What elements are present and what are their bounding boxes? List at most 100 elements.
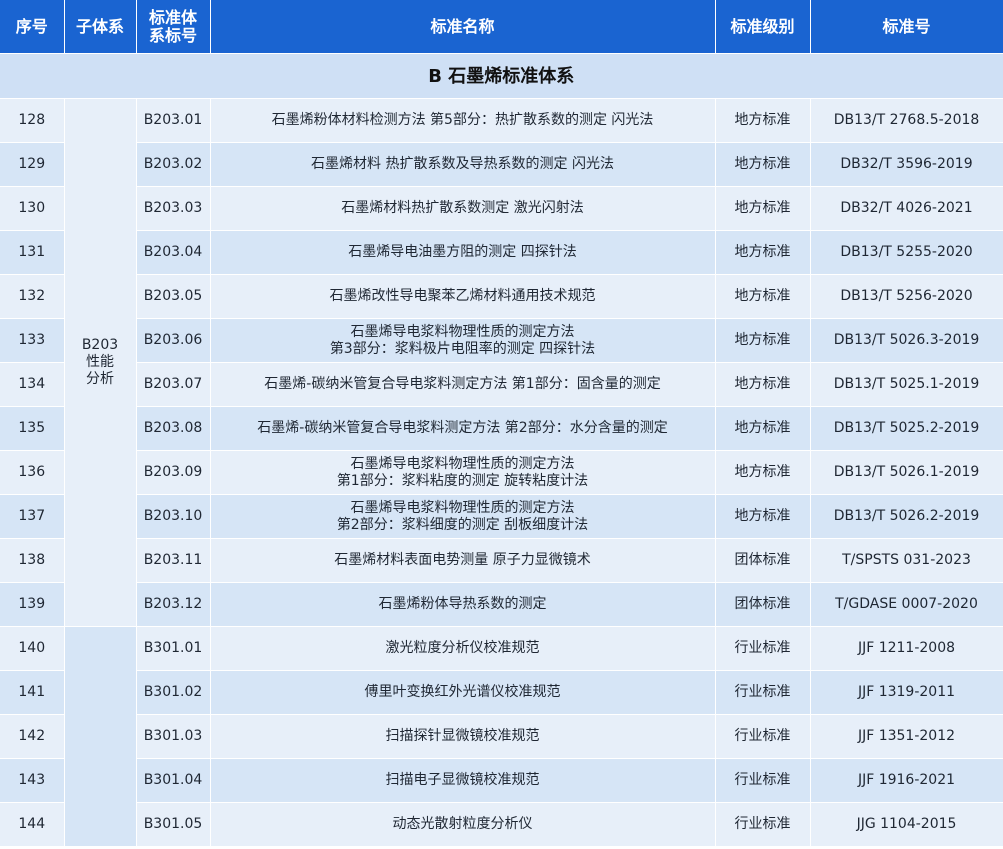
table-row: 140 B301.01 激光粒度分析仪校准规范 行业标准 JJF 1211-2008: [0, 626, 1003, 847]
cell-code: B301.01: [136, 626, 211, 671]
cell-name-line1: 石墨烯导电浆料物理性质的测定方法: [350, 455, 575, 472]
cell-level: 行业标准: [715, 670, 811, 715]
cell-level: 行业标准: [715, 714, 811, 759]
cell-name: 傅里叶变换红外光谱仪校准规范: [210, 670, 716, 715]
cell-number: T/SPSTS 031-2023: [810, 538, 1003, 583]
cell-level: 地方标准: [715, 186, 811, 231]
cell-number: DB13/T 5025.2-2019: [810, 406, 1003, 451]
cell-name-line1: 石墨烯材料热扩散系数测定 激光闪射法: [341, 200, 584, 216]
subsystem-label-l2: 性能: [86, 354, 114, 370]
cell-name-line2: 第3部分：浆料极片电阻率的测定 四探针法: [329, 340, 596, 357]
cell-number: JJF 1351-2012: [810, 714, 1003, 759]
cell-seq: 140: [0, 626, 65, 671]
cell-subsystem-b301: [64, 626, 137, 847]
subsystem-label-l1: B203: [81, 337, 119, 353]
cell-number: JJG 1104-2015: [810, 802, 1003, 847]
cell-seq: 144: [0, 802, 65, 847]
cell-level: 行业标准: [715, 626, 811, 671]
table-row: 130 B203.03 石墨烯材料热扩散系数测定 激光闪射法 地方标准 DB32/T 4…: [0, 186, 1003, 231]
cell-code: B203.04: [136, 230, 211, 275]
cell-name-line1: 石墨烯粉体导热系数的测定: [378, 596, 547, 612]
cell-seq: 135: [0, 406, 65, 451]
cell-name-line1: 动态光散射粒度分析仪: [392, 816, 533, 832]
cell-name: 石墨烯材料热扩散系数测定 激光闪射法: [210, 186, 716, 231]
cell-level: 地方标准: [715, 406, 811, 451]
cell-level: 地方标准: [715, 318, 811, 363]
header-number: 标准号: [810, 0, 1003, 54]
cell-level: 地方标准: [715, 494, 811, 539]
cell-level: 行业标准: [715, 802, 811, 847]
cell-name-line1: 石墨烯导电油墨方阻的测定 四探针法: [348, 244, 577, 260]
cell-name-line1: 扫描探针显微镜校准规范: [385, 728, 540, 744]
cell-level: 行业标准: [715, 758, 811, 803]
cell-name-line1: 石墨烯导电浆料物理性质的测定方法: [350, 499, 575, 516]
table-row: 129 B203.02 石墨烯材料 热扩散系数及导热系数的测定 闪光法 地方标准 DB3…: [0, 142, 1003, 187]
cell-name-line1: 石墨烯改性导电聚苯乙烯材料通用技术规范: [329, 288, 596, 304]
header-row: 序号 子体系 标准体 系标号 标准名称 标准级别 标准号: [0, 0, 1003, 54]
cell-name: 扫描电子显微镜校准规范: [210, 758, 716, 803]
cell-code: B301.02: [136, 670, 211, 715]
cell-seq: 139: [0, 582, 65, 627]
cell-number: DB13/T 5025.1-2019: [810, 362, 1003, 407]
cell-number: T/GDASE 0007-2020: [810, 582, 1003, 627]
cell-name-line1: 石墨烯粉体材料检测方法 第5部分：热扩散系数的测定 闪光法: [271, 112, 654, 128]
subsystem-label-l3: 分析: [86, 371, 114, 387]
cell-name: 石墨烯导电浆料物理性质的测定方法 第1部分：浆料粘度的测定 旋转粘度计法: [210, 450, 716, 495]
cell-name-line1: 激光粒度分析仪校准规范: [385, 640, 540, 656]
cell-code: B203.11: [136, 538, 211, 583]
cell-name: 石墨烯改性导电聚苯乙烯材料通用技术规范: [210, 274, 716, 319]
table-row: 142 B301.03 扫描探针显微镜校准规范 行业标准 JJF 1351-2012: [0, 714, 1003, 759]
cell-name: 扫描探针显微镜校准规范: [210, 714, 716, 759]
table-row: 132 B203.05 石墨烯改性导电聚苯乙烯材料通用技术规范 地方标准 DB13/T …: [0, 274, 1003, 319]
cell-seq: 133: [0, 318, 65, 363]
cell-seq: 137: [0, 494, 65, 539]
cell-code: B301.05: [136, 802, 211, 847]
table-row: 141 B301.02 傅里叶变换红外光谱仪校准规范 行业标准 JJF 1319-201…: [0, 670, 1003, 715]
cell-seq: 141: [0, 670, 65, 715]
table-row: 144 B301.05 动态光散射粒度分析仪 行业标准 JJG 1104-2015: [0, 802, 1003, 847]
header-code: 标准体 系标号: [136, 0, 211, 54]
cell-seq: 132: [0, 274, 65, 319]
cell-code: B203.12: [136, 582, 211, 627]
cell-seq: 130: [0, 186, 65, 231]
cell-code: B203.06: [136, 318, 211, 363]
cell-number: DB13/T 5026.2-2019: [810, 494, 1003, 539]
cell-code: B203.10: [136, 494, 211, 539]
cell-code: B203.03: [136, 186, 211, 231]
header-level: 标准级别: [715, 0, 811, 54]
cell-name-line1: 石墨烯-碳纳米管复合导电浆料测定方法 第2部分：水分含量的测定: [257, 420, 668, 436]
cell-code: B203.08: [136, 406, 211, 451]
cell-seq: 136: [0, 450, 65, 495]
cell-number: JJF 1319-2011: [810, 670, 1003, 715]
cell-code: B203.05: [136, 274, 211, 319]
cell-name: 石墨烯导电油墨方阻的测定 四探针法: [210, 230, 716, 275]
cell-number: DB13/T 5026.3-2019: [810, 318, 1003, 363]
cell-number: DB13/T 5256-2020: [810, 274, 1003, 319]
header-seq: 序号: [0, 0, 65, 54]
cell-level: 地方标准: [715, 98, 811, 143]
cell-seq: 143: [0, 758, 65, 803]
cell-number: DB32/T 3596-2019: [810, 142, 1003, 187]
cell-name: 石墨烯-碳纳米管复合导电浆料测定方法 第2部分：水分含量的测定: [210, 406, 716, 451]
header-subsystem: 子体系: [64, 0, 137, 54]
cell-level: 地方标准: [715, 230, 811, 275]
cell-level: 地方标准: [715, 142, 811, 187]
cell-seq: 138: [0, 538, 65, 583]
cell-level: 地方标准: [715, 362, 811, 407]
cell-name-line1: 扫描电子显微镜校准规范: [385, 772, 540, 788]
header-code-line2: 系标号: [148, 25, 197, 45]
cell-name-line1: 石墨烯材料表面电势测量 原子力显微镜术: [334, 552, 591, 568]
table-row: 139 B203.12 石墨烯粉体导热系数的测定 团体标准 T/GDASE 0007-2…: [0, 582, 1003, 627]
cell-name: 动态光散射粒度分析仪: [210, 802, 716, 847]
table-row: 143 B301.04 扫描电子显微镜校准规范 行业标准 JJF 1916-2021: [0, 758, 1003, 803]
table-row: 128 B203 性能 分析 B203.01 石墨烯粉体材料检测方法 第5部分：热扩散系数…: [0, 98, 1003, 627]
section-title: B 石墨烯标准体系: [0, 53, 1003, 99]
cell-level: 地方标准: [715, 450, 811, 495]
cell-name-line1: 石墨烯导电浆料物理性质的测定方法: [350, 323, 575, 340]
section-row: B 石墨烯标准体系: [0, 53, 1003, 99]
cell-number: JJF 1211-2008: [810, 626, 1003, 671]
cell-seq: 128: [0, 98, 65, 143]
cell-name: 石墨烯粉体导热系数的测定: [210, 582, 716, 627]
header-code-line1: 标准体: [148, 7, 197, 27]
table-row: 135 B203.08 石墨烯-碳纳米管复合导电浆料测定方法 第2部分：水分含量的测…: [0, 406, 1003, 451]
